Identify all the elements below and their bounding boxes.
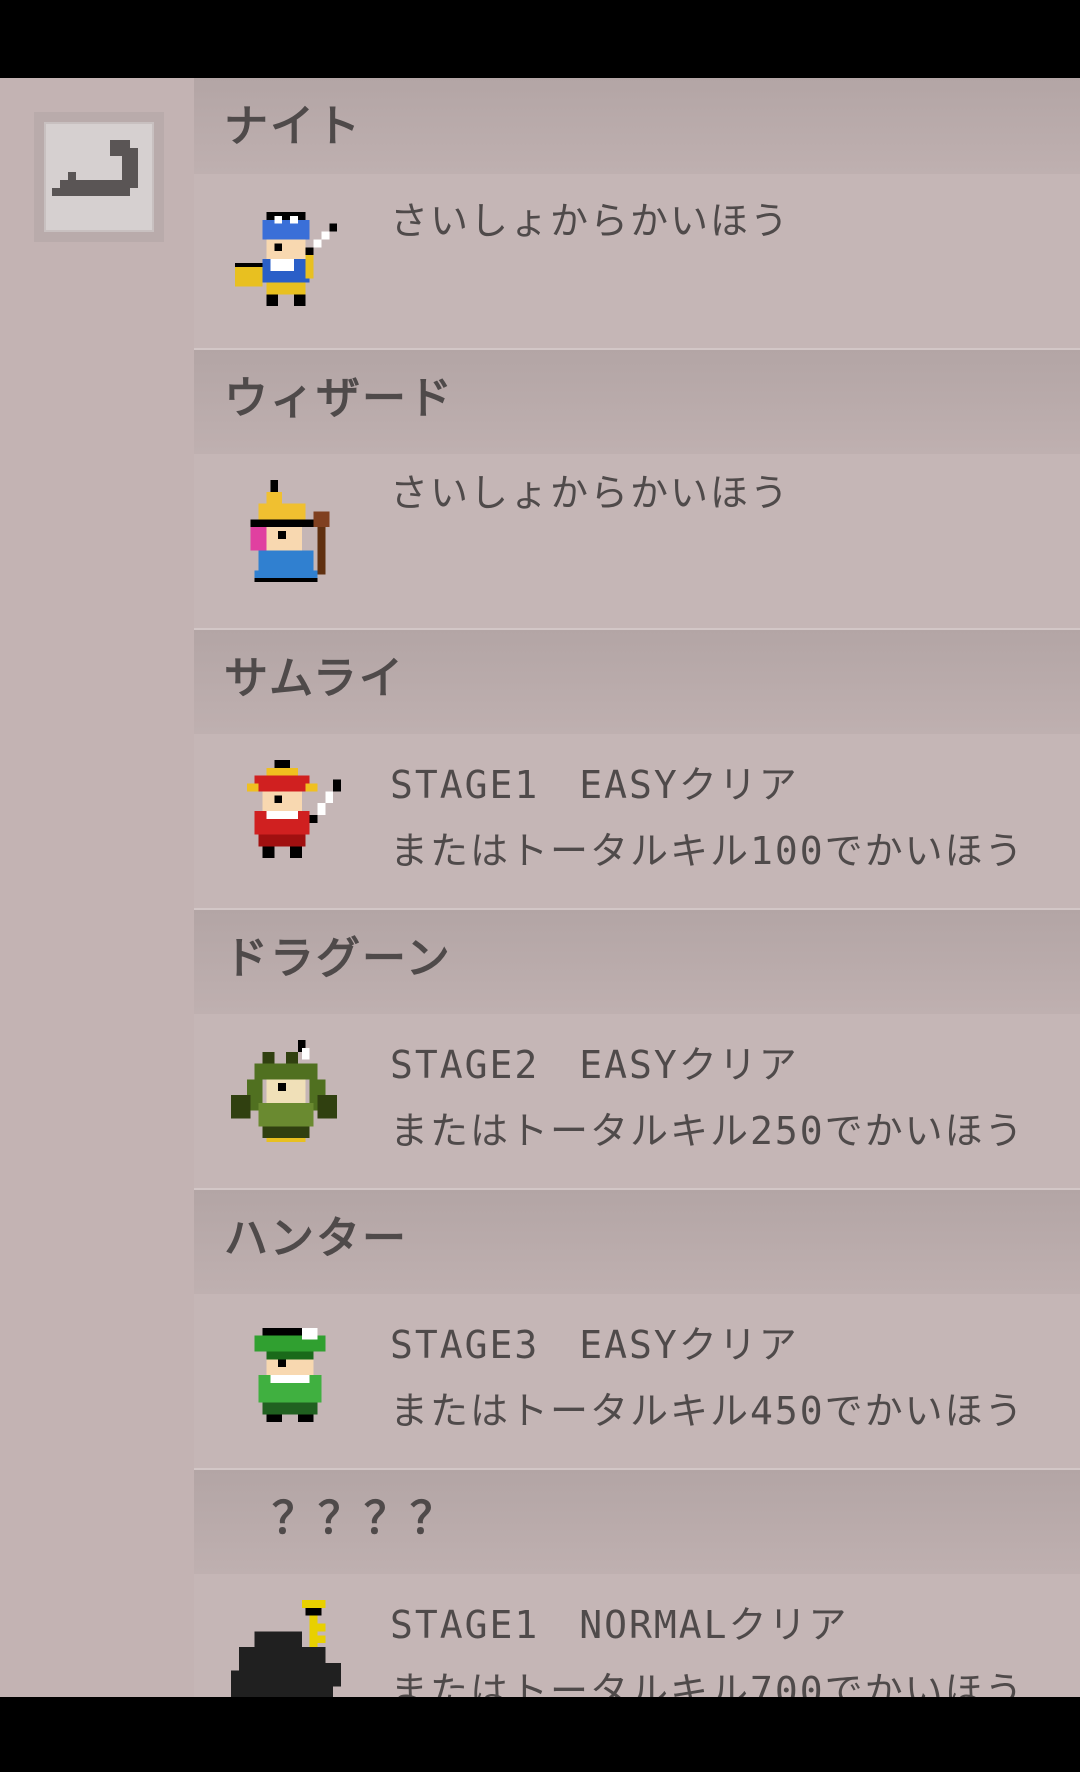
left-gutter [0,78,194,1697]
unit-name: ？？？？ [272,1493,456,1544]
unit-list: ナイト さいしょからかいほう ウィザード さいしょからかいほう サムライ STA… [194,78,1080,1697]
unit-name-row: ナイト [194,78,1080,174]
unlock-condition-line2: またはトータルキル250でかいほう [390,1109,1025,1153]
screen: ナイト さいしょからかいほう ウィザード さいしょからかいほう サムライ STA… [0,0,1080,1772]
unit-card-hunter[interactable]: ハンター STAGE3 EASYクリア またはトータルキル450でかいほう [194,1188,1080,1468]
unlock-condition: STAGE1 EASYクリア またはトータルキル100でかいほう [390,752,1025,884]
top-letterbox [0,0,1080,78]
unlock-condition-line1: STAGE2 EASYクリア [390,1043,799,1087]
unit-unlock-list-screen: ナイト さいしょからかいほう ウィザード さいしょからかいほう サムライ STA… [0,78,1080,1697]
unlock-condition-line1: STAGE3 EASYクリア [390,1323,799,1367]
bottom-letterbox [0,1697,1080,1772]
unit-name: ドラグーン [224,933,452,984]
unlock-condition-line1: STAGE1 EASYクリア [390,763,799,807]
unlock-condition-line2: またはトータルキル100でかいほう [390,829,1025,873]
unlock-condition-line1: さいしょからかいほう [390,199,791,243]
unlock-condition-line2: またはトータルキル450でかいほう [390,1389,1025,1433]
knight-sprite [235,211,338,307]
unit-name: ハンター [224,1213,408,1264]
unit-card-samurai[interactable]: サムライ STAGE1 EASYクリア またはトータルキル100でかいほう [194,628,1080,908]
unit-card-dragoon[interactable]: ドラグーン STAGE2 EASYクリア またはトータルキル250でかいほう [194,908,1080,1188]
unlock-condition: STAGE1 NORMALクリア またはトータルキル700でかいほう [390,1592,1025,1697]
unlock-condition: STAGE3 EASYクリア またはトータルキル450でかいほう [390,1312,1025,1444]
unit-card-wizard[interactable]: ウィザード さいしょからかいほう [194,348,1080,628]
wizard-sprite [250,480,330,583]
samurai-sprite [246,760,342,859]
unit-name-row: ウィザード [194,350,1080,454]
unit-name: サムライ [224,653,405,704]
unit-name: ウィザード [224,373,454,424]
unit-card-locked[interactable]: ？？？？ STAGE1 NORMALクリア またはトータルキル700でかいほう [194,1468,1080,1697]
dragoon-sprite [231,1040,338,1143]
unlock-condition: STAGE2 EASYクリア またはトータルキル250でかいほう [390,1032,1025,1164]
locked-silhouette-sprite [231,1600,342,1697]
unit-name-row: サムライ [194,630,1080,734]
back-button[interactable] [34,112,164,242]
unit-name-row: ？？？？ [194,1470,1080,1574]
hunter-sprite [254,1327,326,1423]
return-arrow-icon [52,140,138,196]
unlock-condition: さいしょからかいほう [390,188,790,254]
unlock-condition-line2: またはトータルキル700でかいほう [390,1669,1025,1697]
unit-name: ナイト [224,101,362,152]
unit-name-row: ハンター [194,1190,1080,1294]
unit-card-knight[interactable]: ナイト さいしょからかいほう [194,78,1080,348]
unlock-condition-line1: さいしょからかいほう [390,471,791,515]
unit-name-row: ドラグーン [194,910,1080,1014]
unlock-condition: さいしょからかいほう [390,460,790,526]
unlock-condition-line1: STAGE1 NORMALクリア [390,1603,849,1647]
